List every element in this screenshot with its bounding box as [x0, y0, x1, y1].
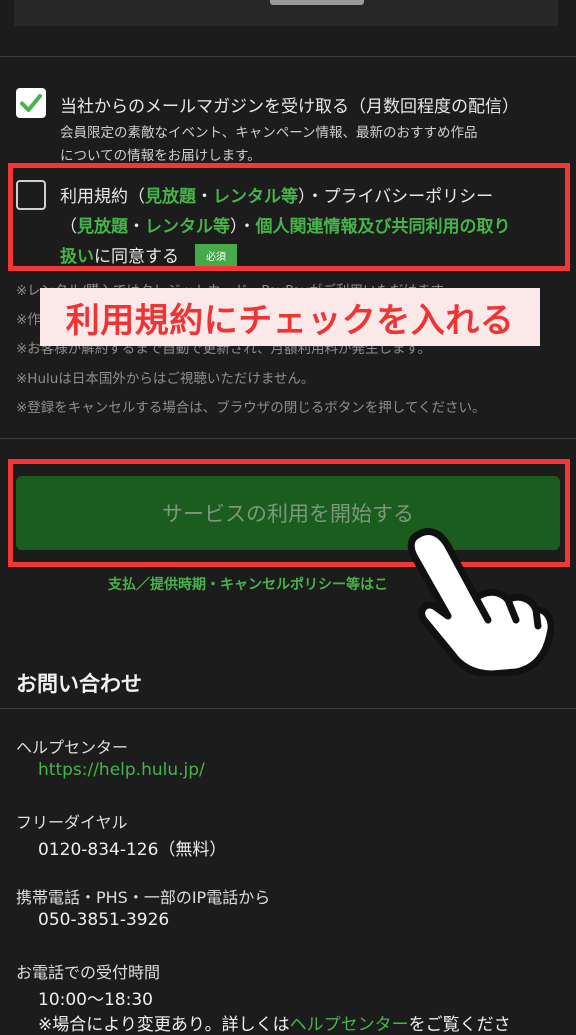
footnote-text: ※場合により変更あり。詳しくは — [38, 1015, 290, 1035]
hours-value: 10:00〜18:30 — [38, 990, 153, 1010]
divider-middle — [0, 438, 576, 439]
hours-footnote: ※場合により変更あり。詳しくはヘルプセンターをご覧くださ — [38, 1010, 511, 1035]
free-dial-number[interactable]: 0120-834-126（無料） — [38, 835, 226, 860]
contact-title: お問い合わせ — [16, 672, 142, 696]
annotation-banner: 利用規約にチェックを入れる — [40, 288, 540, 346]
footnote-text-end: をご覧くださ — [408, 1015, 511, 1035]
newsletter-desc-1: 会員限定の素敵なイベント、キャンペーン情報、最新のおすすめ作品 — [60, 125, 478, 141]
divider-top — [0, 56, 576, 57]
newsletter-checkbox[interactable] — [16, 88, 46, 118]
hours-label: お電話での受付時間 — [16, 963, 161, 982]
divider-contact — [0, 708, 576, 709]
note-region: ※Huluは日本国外からはご視聴いただけません。 — [16, 371, 315, 387]
newsletter-desc-2: についての情報をお届けします。 — [60, 148, 261, 164]
note-2: ※作 — [16, 312, 41, 328]
mobile-number[interactable]: 050-3851-3926 — [38, 910, 169, 930]
footnote-help-link[interactable]: ヘルプセンター — [290, 1015, 409, 1035]
help-center-label: ヘルプセンター — [16, 738, 129, 757]
free-dial-label: フリーダイヤル — [16, 813, 128, 832]
top-panel — [14, 0, 558, 26]
note-cancel: ※登録をキャンセルする場合は、ブラウザの閉じるボタンを押してください。 — [16, 400, 486, 416]
terms-highlight-frame — [8, 163, 570, 271]
newsletter-label: 当社からのメールマガジンを受け取る（月数回程度の配信） — [60, 97, 519, 117]
help-center-link[interactable]: https://help.hulu.jp/ — [38, 760, 205, 780]
pointing-hand-icon — [394, 516, 555, 680]
policy-link[interactable]: 支払／提供時期・キャンセルポリシー等はこ — [108, 574, 388, 594]
mobile-label: 携帯電話・PHS・一部のIP電話から — [16, 888, 271, 907]
top-handle — [270, 0, 364, 5]
